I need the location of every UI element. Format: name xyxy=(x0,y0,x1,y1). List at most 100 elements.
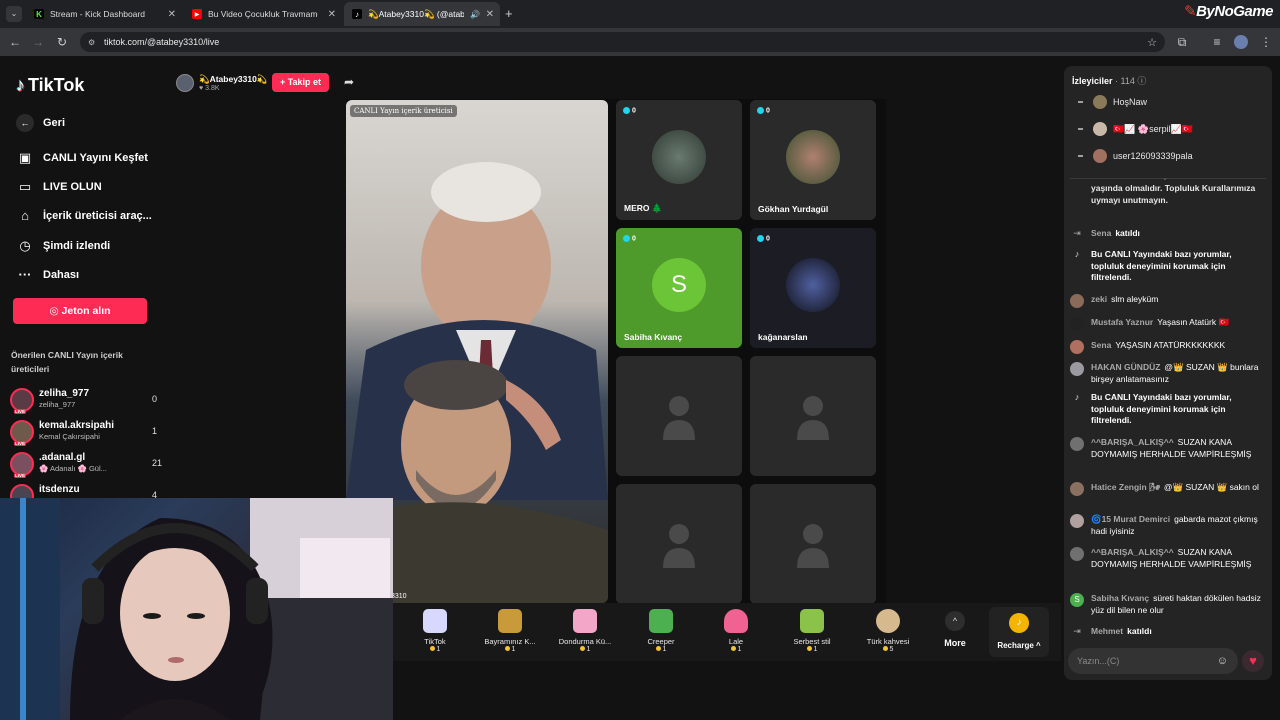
webcam-overlay xyxy=(0,498,393,720)
like-heart-button[interactable]: ♥ xyxy=(1242,650,1264,672)
gift-price: 5 xyxy=(852,646,924,653)
avatar[interactable] xyxy=(1070,482,1084,496)
tiktok-logo[interactable]: ♪ TikTok xyxy=(16,75,84,96)
recommended-creator[interactable]: LIVE kemal.akrsipahi Kemal Çakırsipahi 1 xyxy=(10,420,168,446)
sidebar-item-watched[interactable]: ◷ Şimdi izlendi xyxy=(16,238,110,254)
audio-icon[interactable]: 🔊 xyxy=(470,10,480,19)
host-likes: ♥ 3.8K xyxy=(199,85,220,92)
chat-panel: İzleyiciler · 114 ⓘ HoşNaw 🇹🇷📈 🌸serpil📈🇹… xyxy=(1064,66,1272,680)
forward-arrow-icon[interactable]: → xyxy=(30,34,46,50)
close-tab-icon[interactable]: ✕ xyxy=(328,9,336,20)
host-avatar[interactable] xyxy=(176,74,194,92)
empty-seat[interactable] xyxy=(616,484,742,604)
sidebar-item-label: İçerik üreticisi araç... xyxy=(43,209,152,222)
empty-seat[interactable] xyxy=(750,356,876,476)
gift-item[interactable]: TikTok 1 xyxy=(399,607,471,653)
reload-icon[interactable]: ↻ xyxy=(54,34,70,50)
chat-username[interactable]: 🌀15 Murat Demirci xyxy=(1091,514,1170,524)
chat-username[interactable]: ^^BARIŞA_ALKIŞ^^ xyxy=(1091,437,1174,447)
viewer-row[interactable]: user126093339pala xyxy=(1078,149,1193,163)
browser-tab-bar: ⌄ K Stream - Kick Dashboard ✕ ▶ Bu Video… xyxy=(0,0,1280,28)
rank-dash xyxy=(1078,128,1083,130)
viewer-count: 0 xyxy=(152,394,158,404)
close-tab-icon[interactable]: ✕ xyxy=(168,9,176,20)
gift-more-button[interactable]: ^ More xyxy=(933,611,977,648)
viewer-row[interactable]: 🇹🇷📈 🌸serpil📈🇹🇷 xyxy=(1078,122,1193,136)
avatar[interactable] xyxy=(1070,317,1084,331)
gift-item[interactable]: Creeper 1 xyxy=(625,607,697,653)
media-control-icon[interactable]: ≡ xyxy=(1209,34,1225,50)
chat-username[interactable]: zeki xyxy=(1091,294,1107,304)
guest-tile[interactable]: 0 kağanarslan xyxy=(750,228,876,348)
guest-tile[interactable]: 0 Gökhan Yurdagül xyxy=(750,100,876,220)
browser-menu-icon[interactable]: ⋮ xyxy=(1258,34,1274,50)
guest-tile[interactable]: S 0 Sabiha Kıvanç xyxy=(616,228,742,348)
avatar[interactable] xyxy=(1070,362,1084,376)
back-link[interactable]: ← Geri xyxy=(16,114,65,132)
avatar[interactable] xyxy=(1070,340,1084,354)
creator-name: .adanal.gl xyxy=(39,452,86,463)
follow-button[interactable]: + Takip et xyxy=(272,73,329,92)
history-icon: ◷ xyxy=(19,238,31,253)
gift-price: 1 xyxy=(474,646,546,653)
gift-item[interactable]: Türk kahvesi 5 xyxy=(852,607,924,653)
host-name[interactable]: 💫Atabey3310💫 xyxy=(199,74,267,85)
sidebar-item-creator-tools[interactable]: ⌂ İçerik üreticisi araç... xyxy=(16,208,152,223)
recommended-creator[interactable]: LIVE .adanal.gl 🌸 Adanalı 🌸 Gül... 21 xyxy=(10,452,168,478)
url-bar[interactable]: ⚙ tiktok.com/@atabey3310/live ☆ xyxy=(80,32,1165,52)
profile-avatar[interactable] xyxy=(1234,35,1248,49)
chat-username[interactable]: Sena xyxy=(1091,228,1111,238)
chat-username[interactable]: Hatice Zengin 🌬 xyxy=(1091,482,1160,492)
close-tab-icon[interactable]: ✕ xyxy=(486,9,494,20)
recommended-creator[interactable]: LIVE zeliha_977 zeliha_977 0 xyxy=(10,388,168,414)
live-tv-icon: ▣ xyxy=(18,150,32,165)
site-info-icon[interactable]: ⚙ xyxy=(88,38,95,47)
empty-seat[interactable] xyxy=(616,356,742,476)
emoji-icon[interactable]: ☺ xyxy=(1217,648,1228,674)
chat-message: zeki slm aleyküm xyxy=(1070,294,1266,308)
viewers-label: İzleyiciler xyxy=(1072,76,1113,86)
collapse-chevron-icon[interactable]: ⌄ xyxy=(1162,174,1168,182)
tab-youtube[interactable]: ▶ Bu Video Çocukluk Travmamdır ✕ xyxy=(184,2,342,26)
back-arrow-icon[interactable]: ← xyxy=(7,34,23,50)
avatar[interactable] xyxy=(1070,514,1084,528)
share-icon[interactable]: ➦ xyxy=(344,75,354,89)
gift-item[interactable]: Dondurma Kü... 1 xyxy=(549,607,621,653)
sidebar-item-go-live[interactable]: ▭ LIVE OLUN xyxy=(16,179,102,195)
viewer-row[interactable]: HoşNaw xyxy=(1078,95,1147,109)
join-icon: ⇥ xyxy=(1073,228,1081,238)
chat-username[interactable]: HAKAN GÜNDÜZ xyxy=(1091,362,1160,372)
sidebar-item-explore-live[interactable]: ▣ CANLI Yayını Keşfet xyxy=(16,150,148,166)
help-icon[interactable]: ⓘ xyxy=(1137,76,1146,86)
avatar[interactable] xyxy=(1070,547,1084,561)
empty-seat[interactable] xyxy=(750,484,876,604)
chat-username[interactable]: Sena xyxy=(1091,340,1111,350)
gift-item[interactable]: Serbest stil 1 xyxy=(776,607,848,653)
extensions-icon[interactable]: ⧉ xyxy=(1174,34,1190,50)
new-tab-button[interactable]: + xyxy=(505,6,513,21)
person-placeholder-icon xyxy=(663,396,695,440)
avatar[interactable] xyxy=(1070,437,1084,451)
gift-item[interactable]: Bayramınız K... 1 xyxy=(474,607,546,653)
avatar: LIVE xyxy=(10,452,34,478)
get-coins-button[interactable]: ◎ Jeton alın xyxy=(13,298,147,324)
bookmark-star-icon[interactable]: ☆ xyxy=(1147,36,1157,49)
recharge-button[interactable]: ♪ Recharge ^ xyxy=(989,607,1049,657)
chat-username[interactable]: Mustafa Yaznur xyxy=(1091,317,1153,327)
guest-tile[interactable]: 0 MERO 🌲 xyxy=(616,100,742,220)
viewers-header[interactable]: İzleyiciler · 114 ⓘ xyxy=(1072,74,1146,87)
guest-avatar xyxy=(652,130,706,184)
chat-message: Sena YAŞASIN ATATÜRKKKKKKK xyxy=(1070,340,1266,354)
tab-list-dropdown[interactable]: ⌄ xyxy=(6,6,22,22)
gift-item[interactable]: Lale 1 xyxy=(700,607,772,653)
chat-username[interactable]: ^^BARIŞA_ALKIŞ^^ xyxy=(1091,547,1174,557)
chat-username[interactable]: Mehmet xyxy=(1091,626,1123,636)
avatar[interactable]: S xyxy=(1070,593,1084,607)
chat-message: Mustafa Yaznur Yaşasın Atatürk 🇹🇷 xyxy=(1070,317,1266,331)
chat-input[interactable]: Yazın...(C) ☺ xyxy=(1068,648,1238,674)
tab-kick[interactable]: K Stream - Kick Dashboard ✕ xyxy=(26,2,182,26)
chat-username[interactable]: Sabiha Kıvanç xyxy=(1091,593,1149,603)
sidebar-item-more[interactable]: ··· Dahası xyxy=(16,267,80,282)
avatar[interactable] xyxy=(1070,294,1084,308)
tab-tiktok[interactable]: ♪ 💫Atabey3310💫 (@atabey 🔊 ✕ xyxy=(344,2,500,26)
